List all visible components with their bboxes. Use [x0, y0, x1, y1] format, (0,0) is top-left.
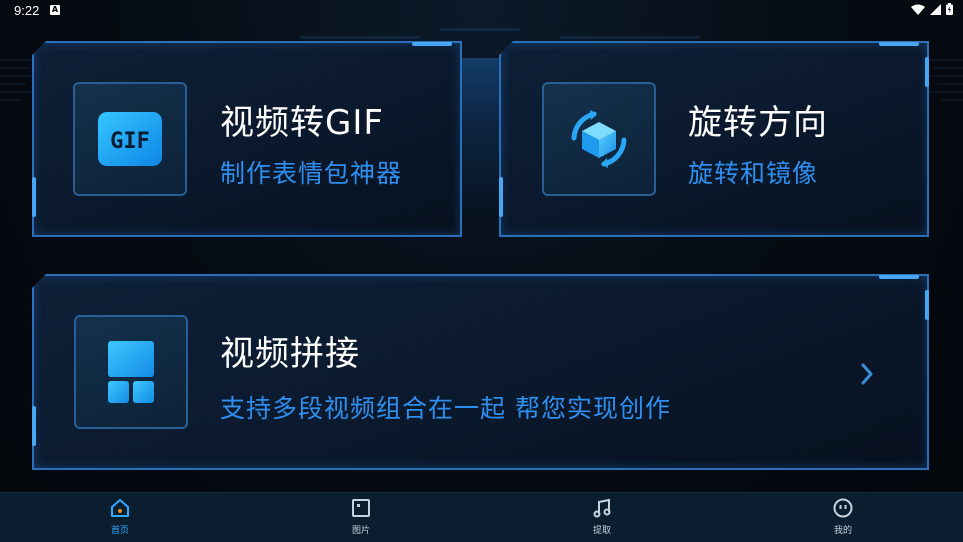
video-merge-subtitle: 支持多段视频组合在一起 帮您实现创作 — [220, 394, 671, 423]
collage-icon — [108, 341, 154, 403]
rotate-cube-icon — [571, 110, 627, 168]
card-accent — [925, 57, 929, 87]
rotate-subtitle: 旋转和镜像 — [688, 159, 819, 188]
card-accent — [879, 275, 919, 279]
video-merge-title: 视频拼接 — [220, 334, 360, 374]
nav-item-extract[interactable]: 提取 — [562, 497, 642, 536]
chevron-right-icon[interactable] — [860, 362, 874, 386]
image-icon — [352, 499, 370, 517]
nav-label-home: 首页 — [110, 526, 129, 536]
nav-label-image: 图片 — [351, 526, 370, 536]
bottom-nav: 首页 图片 提取 我的 — [0, 492, 963, 542]
card-accent — [32, 406, 36, 446]
profile-icon — [833, 498, 853, 518]
music-note-icon — [593, 498, 611, 518]
gif-icon-box: GIF — [73, 82, 187, 196]
battery-icon — [946, 3, 953, 15]
card-accent — [32, 177, 36, 217]
notification-badge-icon: A — [50, 5, 60, 15]
nav-item-profile[interactable]: 我的 — [803, 497, 883, 536]
home-icon — [111, 499, 129, 517]
card-accent — [925, 290, 929, 320]
rotate-icon-box — [542, 82, 656, 196]
video-to-gif-card[interactable]: GIF 视频转GIF 制作表情包神器 — [32, 41, 462, 237]
nav-item-home[interactable]: 首页 — [80, 497, 160, 536]
card-accent — [412, 42, 452, 46]
status-bar: 9:22 A — [0, 0, 963, 22]
rotate-card[interactable]: 旋转方向 旋转和镜像 — [499, 41, 929, 237]
merge-icon-box — [74, 315, 188, 429]
gif-icon-text: GIF — [110, 129, 150, 154]
card-accent — [879, 42, 919, 46]
video-to-gif-subtitle: 制作表情包神器 — [220, 159, 403, 188]
nav-item-image[interactable]: 图片 — [321, 497, 401, 536]
video-merge-card[interactable]: 视频拼接 支持多段视频组合在一起 帮您实现创作 — [32, 274, 929, 470]
video-to-gif-title: 视频转GIF — [220, 103, 384, 143]
status-time: 9:22 — [14, 3, 40, 18]
signal-icon — [930, 3, 941, 15]
wifi-icon — [911, 4, 925, 15]
card-accent — [499, 177, 503, 217]
rotate-title: 旋转方向 — [688, 103, 828, 143]
center-connector — [460, 58, 502, 218]
app-screen: 9:22 A GIF 视频转GIF 制作表情包神器 旋转方向 旋转和镜像 视频拼… — [0, 0, 963, 542]
nav-label-extract: 提取 — [592, 526, 611, 536]
status-icons — [911, 3, 953, 15]
nav-label-profile: 我的 — [833, 526, 852, 536]
gif-icon: GIF — [98, 112, 162, 166]
